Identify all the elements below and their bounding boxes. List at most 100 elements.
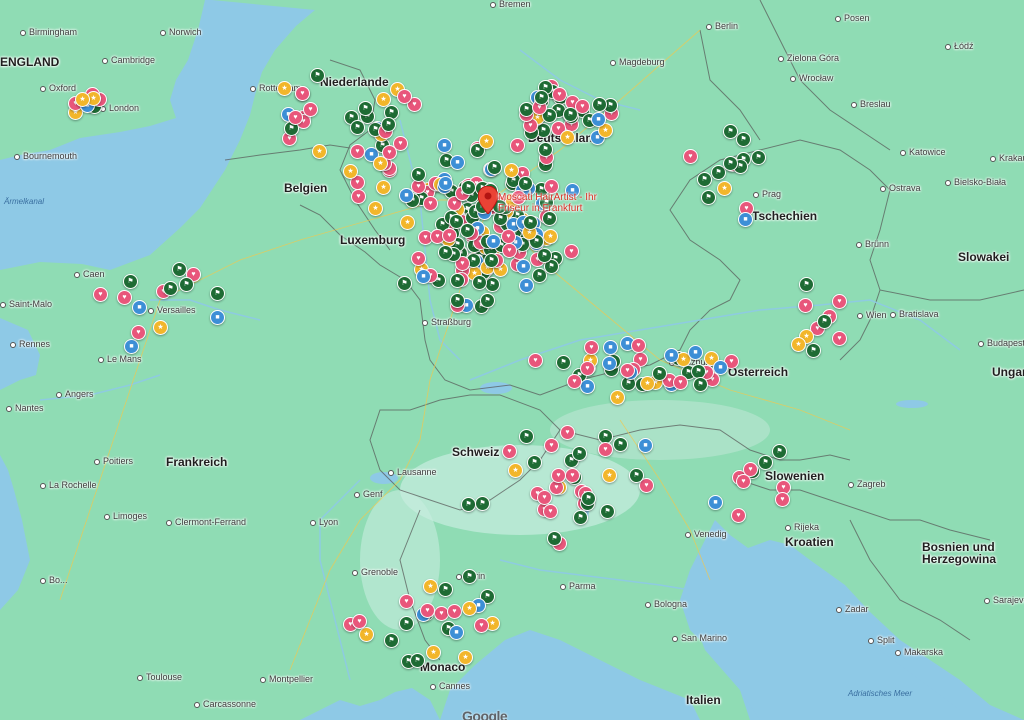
heart-marker-icon[interactable]: ♥ <box>447 604 462 619</box>
heart-marker-icon[interactable]: ♥ <box>683 149 698 164</box>
flag-marker-icon[interactable]: ⚑ <box>613 437 628 452</box>
flag-marker-icon[interactable]: ⚑ <box>163 281 178 296</box>
heart-marker-icon[interactable]: ♥ <box>502 243 517 258</box>
flag-marker-icon[interactable]: ⚑ <box>179 277 194 292</box>
star-marker-icon[interactable]: ★ <box>153 320 168 335</box>
shop-marker-icon[interactable]: ■ <box>738 212 753 227</box>
heart-marker-icon[interactable]: ♥ <box>544 438 559 453</box>
heart-marker-icon[interactable]: ♥ <box>575 99 590 114</box>
flag-marker-icon[interactable]: ⚑ <box>758 455 773 470</box>
flag-marker-icon[interactable]: ⚑ <box>350 120 365 135</box>
heart-marker-icon[interactable]: ♥ <box>93 287 108 302</box>
star-marker-icon[interactable]: ★ <box>462 601 477 616</box>
shop-marker-icon[interactable]: ■ <box>602 356 617 371</box>
flag-marker-icon[interactable]: ⚑ <box>556 355 571 370</box>
shop-marker-icon[interactable]: ■ <box>516 259 531 274</box>
flag-marker-icon[interactable]: ⚑ <box>384 633 399 648</box>
flag-marker-icon[interactable]: ⚑ <box>697 172 712 187</box>
star-marker-icon[interactable]: ★ <box>423 579 438 594</box>
flag-marker-icon[interactable]: ⚑ <box>381 117 396 132</box>
flag-marker-icon[interactable]: ⚑ <box>772 444 787 459</box>
flag-marker-icon[interactable]: ⚑ <box>817 314 832 329</box>
heart-marker-icon[interactable]: ♥ <box>399 594 414 609</box>
star-marker-icon[interactable]: ★ <box>543 229 558 244</box>
heart-marker-icon[interactable]: ♥ <box>295 86 310 101</box>
shop-marker-icon[interactable]: ■ <box>603 340 618 355</box>
flag-marker-icon[interactable]: ⚑ <box>534 90 549 105</box>
shop-marker-icon[interactable]: ■ <box>591 112 606 127</box>
shop-marker-icon[interactable]: ■ <box>438 176 453 191</box>
flag-marker-icon[interactable]: ⚑ <box>480 293 495 308</box>
heart-marker-icon[interactable]: ♥ <box>551 468 566 483</box>
star-marker-icon[interactable]: ★ <box>602 468 617 483</box>
flag-marker-icon[interactable]: ⚑ <box>310 68 325 83</box>
flag-marker-icon[interactable]: ⚑ <box>397 276 412 291</box>
shop-marker-icon[interactable]: ■ <box>580 379 595 394</box>
flag-marker-icon[interactable]: ⚑ <box>736 132 751 147</box>
star-marker-icon[interactable]: ★ <box>368 201 383 216</box>
shop-marker-icon[interactable]: ■ <box>449 625 464 640</box>
flag-marker-icon[interactable]: ⚑ <box>693 377 708 392</box>
heart-marker-icon[interactable]: ♥ <box>350 144 365 159</box>
star-marker-icon[interactable]: ★ <box>75 92 90 107</box>
star-marker-icon[interactable]: ★ <box>277 81 292 96</box>
shop-marker-icon[interactable]: ■ <box>664 348 679 363</box>
shop-marker-icon[interactable]: ■ <box>486 234 501 249</box>
heart-marker-icon[interactable]: ♥ <box>420 603 435 618</box>
flag-marker-icon[interactable]: ⚑ <box>172 262 187 277</box>
flag-marker-icon[interactable]: ⚑ <box>751 150 766 165</box>
flag-marker-icon[interactable]: ⚑ <box>652 366 667 381</box>
flag-marker-icon[interactable]: ⚑ <box>450 273 465 288</box>
map-canvas[interactable]: NiederlandeDeutschlandBelgienLuxemburgTs… <box>0 0 1024 720</box>
flag-marker-icon[interactable]: ⚑ <box>581 491 596 506</box>
flag-marker-icon[interactable]: ⚑ <box>523 215 538 230</box>
flag-marker-icon[interactable]: ⚑ <box>358 101 373 116</box>
flag-marker-icon[interactable]: ⚑ <box>438 582 453 597</box>
flag-marker-icon[interactable]: ⚑ <box>799 277 814 292</box>
flag-marker-icon[interactable]: ⚑ <box>573 510 588 525</box>
flag-marker-icon[interactable]: ⚑ <box>518 176 533 191</box>
heart-marker-icon[interactable]: ♥ <box>832 294 847 309</box>
flag-marker-icon[interactable]: ⚑ <box>592 97 607 112</box>
flag-marker-icon[interactable]: ⚑ <box>484 253 499 268</box>
flag-marker-icon[interactable]: ⚑ <box>600 504 615 519</box>
heart-marker-icon[interactable]: ♥ <box>351 189 366 204</box>
heart-marker-icon[interactable]: ♥ <box>564 244 579 259</box>
heart-marker-icon[interactable]: ♥ <box>552 87 567 102</box>
flag-marker-icon[interactable]: ⚑ <box>723 124 738 139</box>
heart-marker-icon[interactable]: ♥ <box>731 508 746 523</box>
star-marker-icon[interactable]: ★ <box>400 215 415 230</box>
shop-marker-icon[interactable]: ■ <box>416 269 431 284</box>
heart-marker-icon[interactable]: ♥ <box>775 492 790 507</box>
flag-marker-icon[interactable]: ⚑ <box>485 277 500 292</box>
flag-marker-icon[interactable]: ⚑ <box>572 446 587 461</box>
star-marker-icon[interactable]: ★ <box>479 134 494 149</box>
heart-marker-icon[interactable]: ♥ <box>288 110 303 125</box>
flag-marker-icon[interactable]: ⚑ <box>701 190 716 205</box>
flag-marker-icon[interactable]: ⚑ <box>460 223 475 238</box>
star-marker-icon[interactable]: ★ <box>312 144 327 159</box>
star-marker-icon[interactable]: ★ <box>610 390 625 405</box>
star-marker-icon[interactable]: ★ <box>426 645 441 660</box>
shop-marker-icon[interactable]: ■ <box>132 300 147 315</box>
star-marker-icon[interactable]: ★ <box>359 627 374 642</box>
shop-marker-icon[interactable]: ■ <box>519 278 534 293</box>
heart-marker-icon[interactable]: ♥ <box>303 102 318 117</box>
heart-marker-icon[interactable]: ♥ <box>567 374 582 389</box>
star-marker-icon[interactable]: ★ <box>504 163 519 178</box>
star-marker-icon[interactable]: ★ <box>508 463 523 478</box>
shop-marker-icon[interactable]: ■ <box>450 155 465 170</box>
heart-marker-icon[interactable]: ♥ <box>528 353 543 368</box>
heart-marker-icon[interactable]: ♥ <box>442 228 457 243</box>
heart-marker-icon[interactable]: ♥ <box>736 474 751 489</box>
flag-marker-icon[interactable]: ⚑ <box>123 274 138 289</box>
flag-marker-icon[interactable]: ⚑ <box>411 167 426 182</box>
heart-marker-icon[interactable]: ♥ <box>501 229 516 244</box>
heart-marker-icon[interactable]: ♥ <box>560 425 575 440</box>
shop-marker-icon[interactable]: ■ <box>437 138 452 153</box>
heart-marker-icon[interactable]: ♥ <box>510 138 525 153</box>
selected-location-label[interactable]: Moscati HairArtist - Ihr Friseur in Fran… <box>498 192 597 214</box>
flag-marker-icon[interactable]: ⚑ <box>547 531 562 546</box>
heart-marker-icon[interactable]: ♥ <box>543 504 558 519</box>
shop-marker-icon[interactable]: ■ <box>399 188 414 203</box>
